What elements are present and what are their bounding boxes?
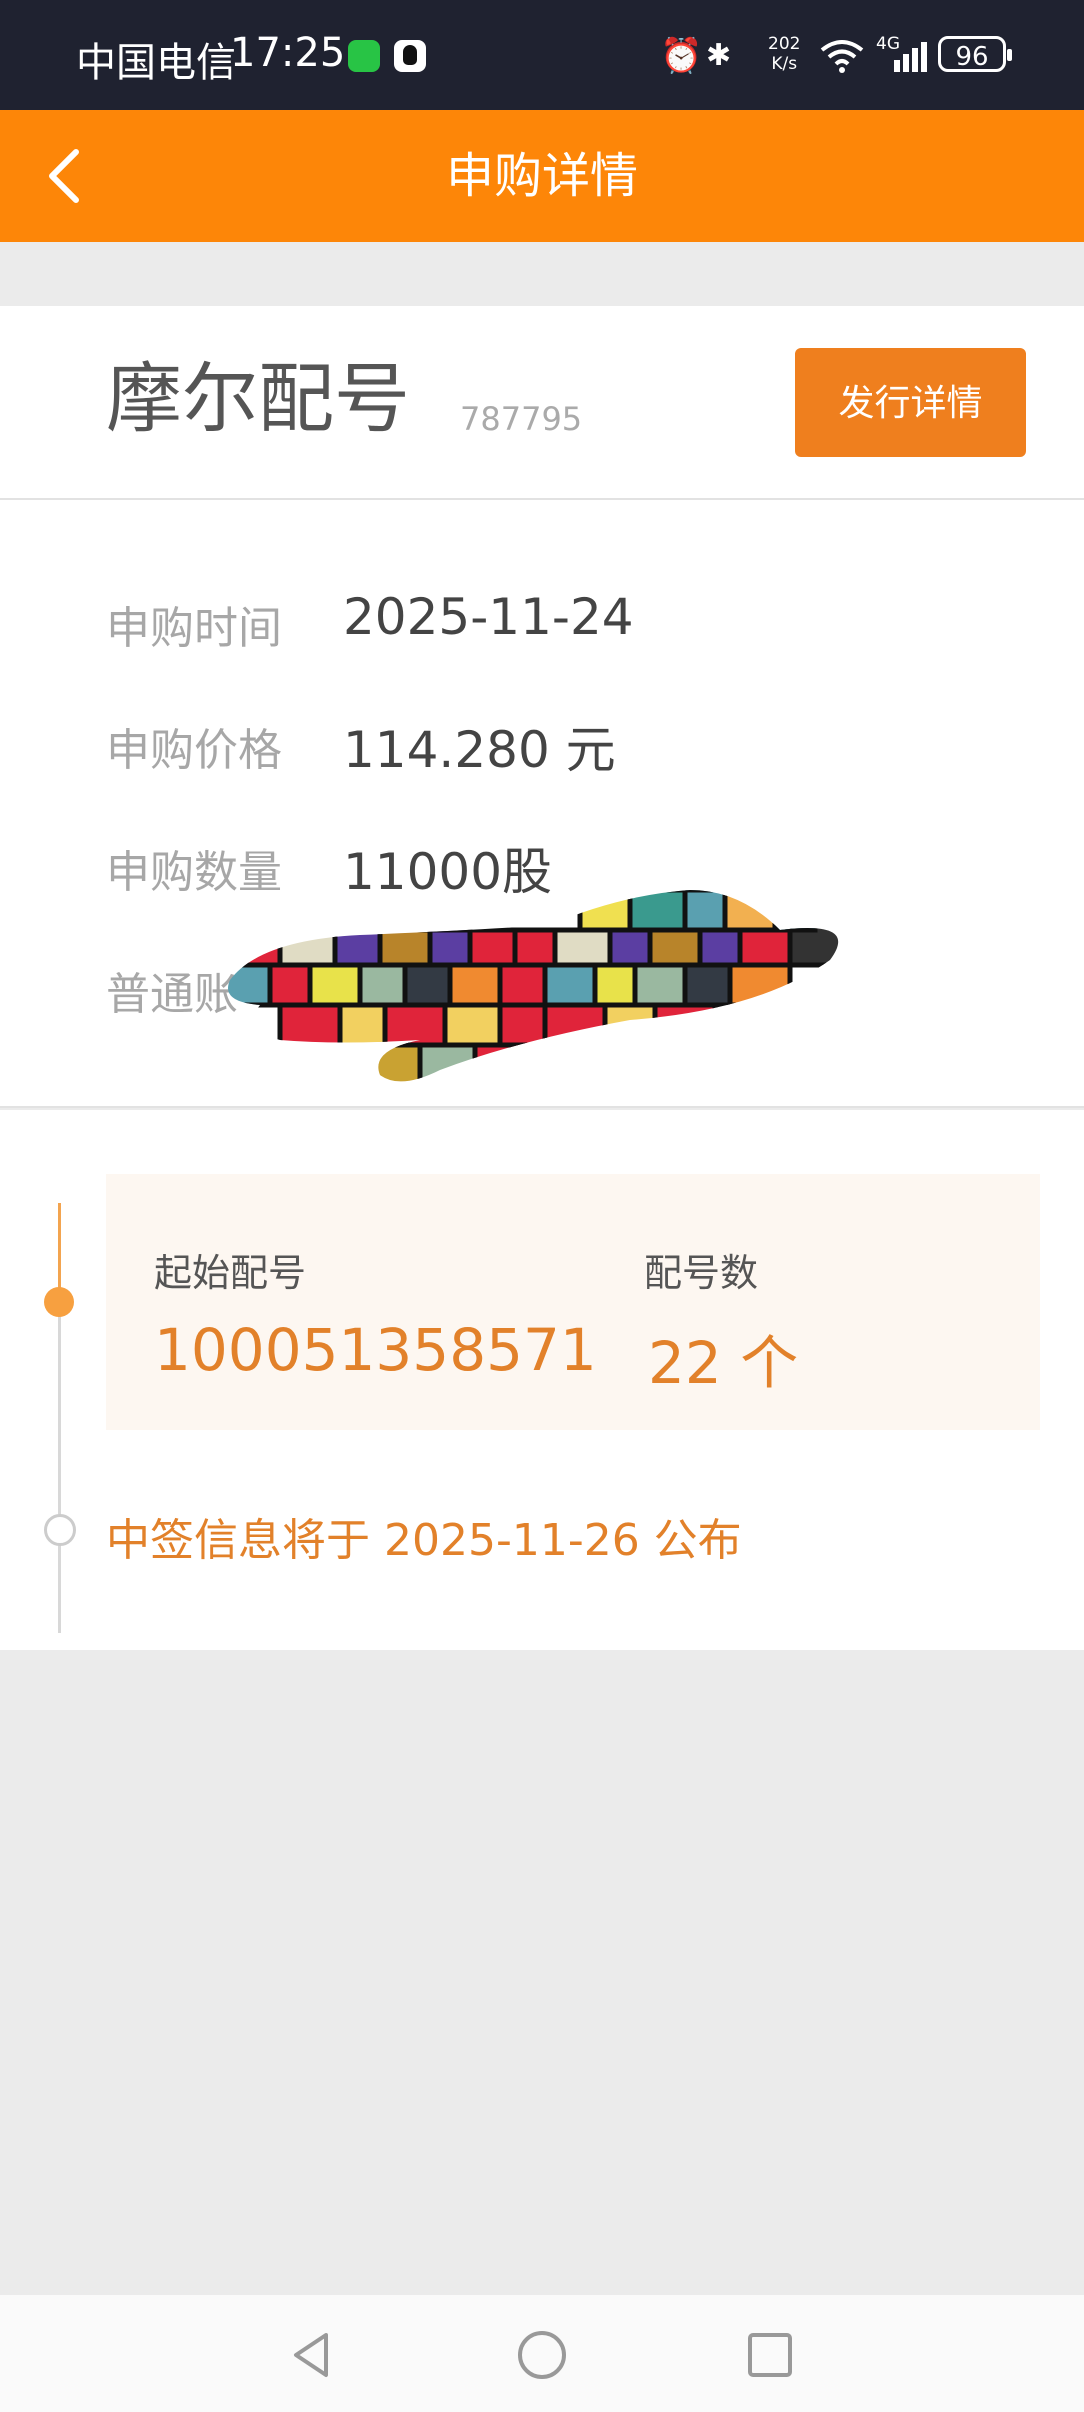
info-value: 2025-11-24 — [343, 588, 634, 646]
signal-icon — [894, 42, 927, 72]
subscription-info: 申购时间 2025-11-24 申购价格 114.280 元 申购数量 1100… — [0, 500, 1084, 1108]
start-number-value: 100051358571 — [154, 1316, 597, 1384]
wechat-icon — [348, 40, 380, 72]
allotment-timeline: 起始配号 100051358571 配号数 22 个 中签信息将于 2025-1… — [0, 1110, 1084, 1650]
info-label: 申购价格 — [106, 725, 282, 776]
allot-count-label: 配号数 — [644, 1251, 759, 1295]
home-circle-icon[interactable] — [512, 2325, 572, 2385]
clock: 17:25 — [230, 30, 346, 76]
bluetooth-icon: ✱ — [706, 38, 732, 73]
info-label: 申购时间 — [106, 603, 282, 654]
status-bar: 中国电信 17:25 ⏰ ✱ 202 K/s 4G 96 — [0, 0, 1084, 110]
app-header: 申购详情 — [0, 110, 1084, 242]
battery-level: 96 — [955, 42, 989, 72]
issue-details-button[interactable]: 发行详情 — [795, 348, 1026, 457]
qq-icon — [394, 40, 426, 72]
speed-icon: 202 K/s — [768, 34, 800, 74]
net-speed-unit: K/s — [771, 54, 798, 74]
lottery-notice: 中签信息将于 2025-11-26 公布 — [106, 1515, 742, 1566]
net-speed-value: 202 — [768, 34, 801, 54]
stock-card: 摩尔配号 787795 发行详情 — [0, 306, 1084, 500]
stock-code: 787795 — [460, 400, 583, 438]
wifi-icon — [820, 40, 864, 73]
back-triangle-icon[interactable] — [282, 2325, 342, 2385]
stock-name: 摩尔配号 — [106, 354, 410, 443]
info-label: 普通账 — [106, 969, 238, 1020]
battery-icon: 96 — [938, 36, 1012, 72]
allotment-box: 起始配号 100051358571 配号数 22 个 — [106, 1174, 1040, 1430]
timeline-line-pending — [58, 1303, 61, 1633]
start-number-label: 起始配号 — [154, 1251, 307, 1295]
redaction-mosaic — [228, 890, 839, 1082]
timeline-dot-active — [44, 1287, 74, 1317]
recents-square-icon[interactable] — [740, 2325, 800, 2385]
info-value: 114.280 元 — [343, 721, 616, 779]
timeline-dot-pending — [44, 1514, 76, 1546]
carrier-label: 中国电信 — [76, 40, 236, 86]
system-nav-bar — [0, 2295, 1084, 2412]
allot-count-value: 22 个 — [648, 1329, 799, 1397]
page-title: 申购详情 — [445, 148, 638, 204]
alarm-icon: ⏰ — [660, 36, 703, 76]
